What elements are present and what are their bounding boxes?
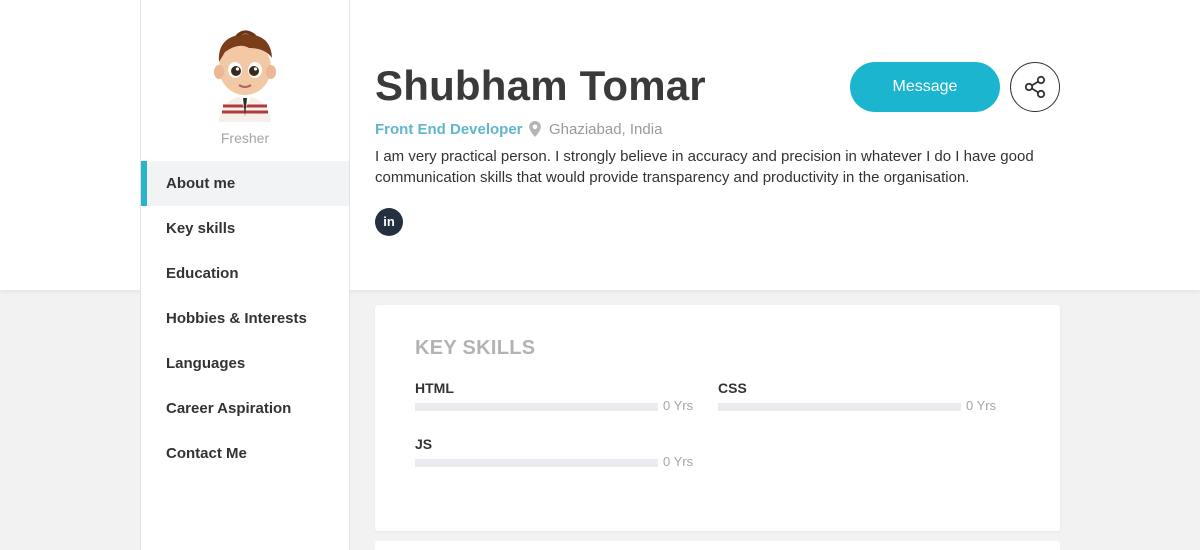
share-button[interactable]: [1010, 62, 1060, 112]
skill-js: JS 0 Yrs: [415, 436, 695, 486]
sidebar-nav: About me Key skills Education Hobbies & …: [141, 161, 349, 476]
skill-name: CSS: [718, 380, 747, 396]
profile-role: Front End Developer: [375, 121, 523, 138]
key-skills-card: KEY SKILLS HTML 0 Yrs CSS 0 Yrs JS 0 Yrs: [375, 305, 1060, 531]
message-button[interactable]: Message: [850, 62, 1000, 112]
skill-name: JS: [415, 436, 433, 452]
profile-about: I am very practical person. I strongly b…: [375, 148, 1034, 186]
skill-css: CSS 0 Yrs: [718, 380, 998, 430]
skill-bar: [415, 403, 658, 411]
profile-location: Ghaziabad, India: [549, 121, 663, 138]
skill-years: 0 Yrs: [663, 454, 694, 469]
skill-years: 0 Yrs: [663, 398, 694, 413]
skill-name: HTML: [415, 380, 454, 396]
profile-name: Shubham Tomar: [375, 62, 706, 109]
sidebar-item-about-me[interactable]: About me: [141, 161, 349, 206]
avatar: [199, 26, 291, 122]
sidebar-item-key-skills[interactable]: Key skills: [141, 206, 349, 251]
skill-bar: [718, 403, 961, 411]
status-label: Fresher: [220, 130, 270, 146]
next-section-card: [375, 541, 1060, 550]
linkedin-icon[interactable]: in: [375, 208, 403, 236]
location-pin-icon: [528, 120, 542, 138]
sidebar-item-education[interactable]: Education: [141, 251, 349, 296]
skill-html: HTML 0 Yrs: [415, 380, 695, 430]
sidebar-item-languages[interactable]: Languages: [141, 341, 349, 386]
sidebar-item-career-aspiration[interactable]: Career Aspiration: [141, 386, 349, 431]
skill-years: 0 Yrs: [966, 398, 997, 413]
key-skills-title: KEY SKILLS: [415, 337, 536, 359]
skill-bar: [415, 459, 658, 467]
sidebar: Fresher About me Key skills Education Ho…: [140, 0, 350, 550]
sidebar-item-hobbies[interactable]: Hobbies & Interests: [141, 296, 349, 341]
sidebar-item-contact-me[interactable]: Contact Me: [141, 431, 349, 476]
share-icon: [1024, 75, 1046, 99]
